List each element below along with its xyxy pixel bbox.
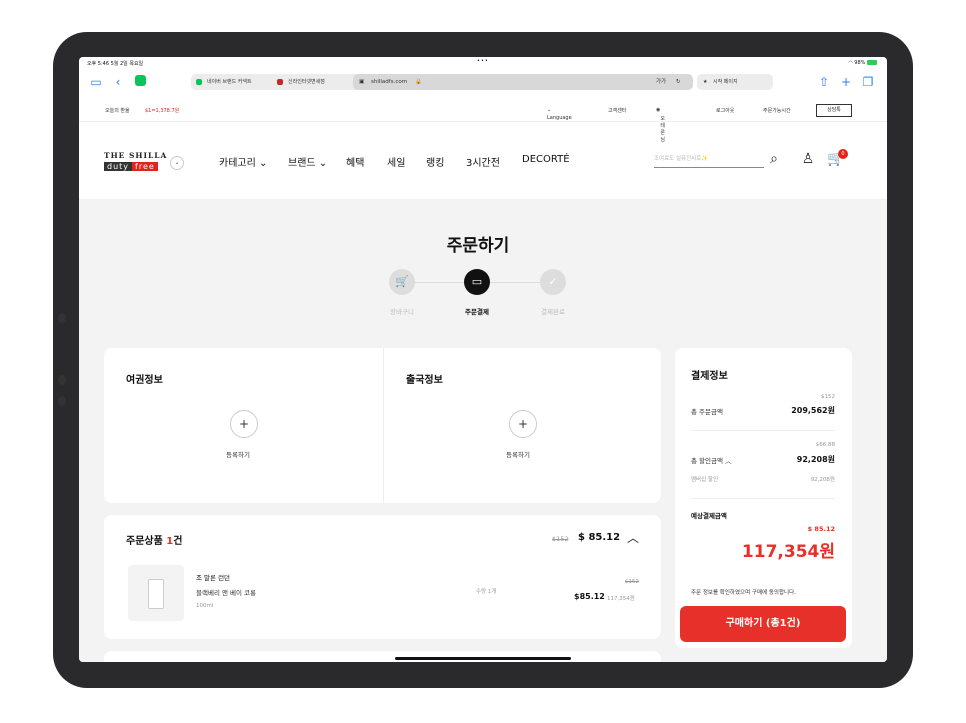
logout-link[interactable]: 로그아웃 [716,107,734,114]
expected-payment-usd: $ 85.12 [807,525,835,533]
battery-icon [867,60,877,65]
product-name[interactable]: 블랙베리 앤 베이 코롱 [196,587,256,597]
total-discount-krw: 92,208원 [796,455,835,464]
nav-brand[interactable]: 브랜드 ⌄ [288,154,327,169]
checkout-content: 주문하기 🛒 ▭ ✓ 장바구니 주문결제 결제완료 여권정보 + 등록하기 출국… [79,199,877,662]
exchange-rate-value: $1=1,378.7원 [145,108,180,114]
browser-toolbar: ▭ ‹ 네이버 브랜드 커넥트 신라인터넷면세점 ▣ shilladfs.com… [79,69,887,95]
step-complete-icon: ✓ [540,269,566,295]
star-icon: ★ [703,79,708,85]
product-thumbnail[interactable] [128,565,184,621]
step-label-complete: 결제완료 [541,308,565,316]
expected-payment-label: 예상결제금액 [691,512,727,520]
departure-info-title: 출국정보 [406,375,443,386]
shilla-logo[interactable]: THE SHILLA duty free [104,151,167,171]
traveler-info-card: 여권정보 + 등록하기 출국정보 + 등록하기 [104,348,661,503]
total-discount-toggle[interactable]: 총 할인금액 ︿ [691,455,732,465]
nav-ranking[interactable]: 랭킹 [426,154,444,169]
side-button [58,375,66,385]
order-hours-link[interactable]: 주문가능시간 [763,107,791,114]
product-quantity: 수량 1개 [476,589,497,595]
add-departure-button[interactable]: + [509,410,537,438]
utility-bar: 오늘의 환율 $1=1,378.7원 Language ⌄ 고객센터 ◉ 오테론… [79,99,887,143]
payment-info-title: 결제정보 [691,371,728,382]
order-items-card: 주문상품 1건 $152 $ 85.12 ︿ 조 말론 런던 블랙베리 앤 베이… [104,515,661,639]
user-icon[interactable]: ♙ [799,150,817,168]
card-divider [383,348,384,503]
nav-sale[interactable]: 세일 [387,154,405,169]
language-selector[interactable]: Language ⌄ [547,107,572,121]
step-label-payment: 주문결제 [465,308,489,316]
customer-center-link[interactable]: 고객센터 [608,107,626,114]
lock-icon: 🔒 [415,79,422,85]
step-label-cart: 장바구니 [390,308,414,316]
logo-dropdown-icon[interactable]: ⌄ [170,156,184,170]
divider [691,498,835,499]
share-icon[interactable]: ⇧ [817,75,831,89]
naver-favicon-icon [196,79,202,85]
site-header: THE SHILLA duty free ⌄ 카테고리 ⌄ 브랜드 ⌄ 혜택 세일… [79,121,887,200]
next-section-card [104,651,661,662]
new-tab-icon[interactable]: + [839,75,853,89]
multitask-dots[interactable]: ••• [477,58,489,64]
passport-register-label[interactable]: 등록하기 [226,449,250,459]
product-size: 100ml [196,603,214,609]
search-icon[interactable]: ⌕ [765,150,783,168]
product-price: $85.12 [574,592,605,601]
payment-summary-card: 결제정보 $152 총 주문금액 209,562원 $66.88 총 할인금액 … [675,348,852,648]
order-items-title: 주문상품 1건 [126,536,183,547]
ipad-screen: 오후 5:46 5월 2일 목요일 ••• ◠ 98% ▭ ‹ 네이버 브랜드 … [79,57,887,662]
wifi-icon: ◠ [848,60,853,66]
membership-discount-krw: 92,208원 [810,477,835,483]
page-scrollbar[interactable] [877,199,887,662]
buy-button[interactable]: 구매하기 (총1건) [680,606,846,642]
perfume-bottle-icon [148,579,164,609]
total-order-krw: 209,562원 [791,406,835,415]
step-payment-icon: ▭ [464,269,490,295]
purchase-agreement-text: 주문 정보를 확인하였으며 구매에 동의합니다. [691,590,796,596]
cart-count-badge: 0 [838,149,848,159]
add-passport-button[interactable]: + [230,410,258,438]
status-time: 오후 5:46 5월 2일 목요일 [87,61,144,67]
site-favicon-icon: ▣ [359,79,365,85]
nav-category[interactable]: 카테고리 ⌄ [219,154,267,169]
total-order-usd: $152 [821,394,835,400]
membership-discount-label: 멤버십 할인 [691,477,719,483]
tabs-overview-icon[interactable]: ❐ [861,75,875,89]
nav-benefits[interactable]: 혜택 [346,154,364,169]
nav-3hours[interactable]: 3시간전 [466,154,500,169]
product-price-krw: 117,354원 [607,596,635,602]
status-bar: 오후 5:46 5월 2일 목요일 ••• ◠ 98% [79,57,887,69]
user-profile-link[interactable]: ◉ 오테론님 [656,107,665,143]
search-input[interactable]: 조여료도 설퓨전씨로✨ [654,151,764,168]
home-indicator[interactable] [395,657,571,660]
tab-group-icon[interactable] [133,75,147,89]
order-discount-total: $ 85.12 [578,532,621,543]
reader-text-size-button[interactable]: 가가 [656,74,666,90]
side-button [58,396,66,406]
exchange-rate-label: 오늘의 환율 [105,108,130,114]
consult-button[interactable]: 상담톡 [816,104,852,117]
battery-indicator: ◠ 98% [848,60,877,66]
page-title: 주문하기 [446,236,510,256]
total-order-label: 총 주문금액 [691,408,723,416]
product-original-price: $152 [625,579,639,585]
departure-register-label[interactable]: 등록하기 [506,449,530,459]
order-original-total: $152 [552,535,569,543]
expected-payment-krw: 117,354원 [741,542,835,562]
step-cart-icon: 🛒 [389,269,415,295]
nav-decorte[interactable]: DECORTÉ [522,154,570,165]
tab-start-page[interactable]: ★ 시작 페이지 [697,74,773,90]
side-button [58,313,66,323]
address-bar[interactable]: ▣ shilladfs.com 🔒 가가 ↻ [353,74,693,90]
sidebar-icon[interactable]: ▭ [89,75,103,89]
product-brand: 조 말론 런던 [196,574,231,582]
passport-info-title: 여권정보 [126,375,163,386]
divider [691,430,835,431]
total-discount-usd: $66.88 [815,442,835,448]
back-icon[interactable]: ‹ [111,75,125,89]
shilla-favicon-icon [277,79,283,85]
collapse-chevron-icon[interactable]: ︿ [627,529,639,546]
reload-icon[interactable]: ↻ [676,74,681,90]
